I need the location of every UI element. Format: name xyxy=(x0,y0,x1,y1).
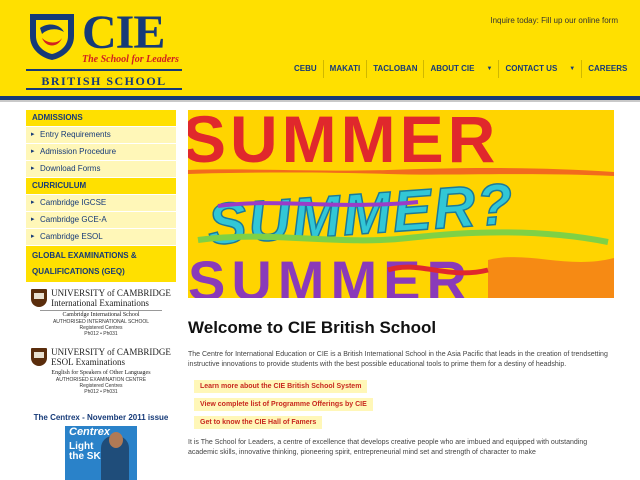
site-header: CIE The School for Leaders BRITISH SCHOO… xyxy=(0,0,640,96)
geq-heading-line: QUALIFICATIONS (GEQ) xyxy=(32,267,125,276)
logo-subtitle: BRITISH SCHOOL xyxy=(41,74,167,88)
cie-logo[interactable]: CIE The School for Leaders BRITISH SCHOO… xyxy=(26,6,182,90)
summer-banner-art: SUMMER SUMMER? SUMMER xyxy=(188,110,614,298)
link-school-system[interactable]: Learn more about the CIE British School … xyxy=(194,380,368,393)
cambridge-line1: UNIVERSITY of CAMBRIDGE xyxy=(51,347,171,357)
cambridge-cie-badge[interactable]: UNIVERSITY of CAMBRIDGE International Ex… xyxy=(26,288,176,337)
banner-word-top: SUMMER xyxy=(188,110,499,176)
nav-about-cie[interactable]: ABOUT CIE ▼ xyxy=(423,60,498,78)
cover-face xyxy=(109,432,123,448)
cambridge-logo: UNIVERSITY of CAMBRIDGE International Ex… xyxy=(26,288,176,308)
chevron-down-icon: ▼ xyxy=(569,66,576,72)
nav-label: MAKATI xyxy=(329,64,361,73)
cambridge-logo-text: UNIVERSITY of CAMBRIDGE International Ex… xyxy=(51,288,171,308)
sidebar: ADMISSIONS Entry Requirements Admission … xyxy=(26,110,176,480)
nav-label: CONTACT US xyxy=(505,64,558,73)
header-stripe xyxy=(0,100,640,102)
centrex-cover-image[interactable]: Centrex Light the SKY xyxy=(65,426,137,480)
sidebar-heading-curriculum[interactable]: CURRICULUM xyxy=(26,178,176,194)
centrex-title[interactable]: The Centrex - November 2011 issue xyxy=(26,413,176,422)
shield-icon xyxy=(30,14,74,60)
logo-wordmark: CIE xyxy=(82,6,165,59)
sidebar-item-igcse[interactable]: Cambridge IGCSE xyxy=(26,194,176,211)
cambridge-esol-badge[interactable]: UNIVERSITY of CAMBRIDGE ESOL Examination… xyxy=(26,347,176,395)
sidebar-heading-geq[interactable]: GLOBAL EXAMINATIONS & QUALIFICATIONS (GE… xyxy=(26,246,176,282)
cambridge-line1: UNIVERSITY of CAMBRIDGE xyxy=(51,288,171,298)
nav-tacloban[interactable]: TACLOBAN xyxy=(366,60,423,78)
intro-paragraph: The Centre for International Education o… xyxy=(188,351,608,368)
cambridge-sub: English for Speakers of Other Languages xyxy=(51,370,151,376)
main-nav: CEBU MAKATI TACLOBAN ABOUT CIE ▼ CONTACT … xyxy=(288,60,640,78)
logo-tagline: The School for Leaders xyxy=(82,54,179,65)
quick-links: Learn more about the CIE British School … xyxy=(188,380,618,434)
nav-label: TACLOBAN xyxy=(373,64,418,73)
link-programme-offerings[interactable]: View complete list of Programme Offering… xyxy=(194,398,373,411)
nav-contact-us[interactable]: CONTACT US ▼ xyxy=(498,60,581,78)
sidebar-item-gce-a[interactable]: Cambridge GCE-A xyxy=(26,211,176,228)
centrex-cover-name: Centrex xyxy=(69,426,110,438)
nav-label: CEBU xyxy=(294,64,317,73)
sidebar-item-download-forms[interactable]: Download Forms xyxy=(26,160,176,177)
sidebar-heading-admissions[interactable]: ADMISSIONS xyxy=(26,110,176,126)
nav-label: CAREERS xyxy=(588,64,628,73)
cambridge-logo-text: UNIVERSITY of CAMBRIDGE ESOL Examination… xyxy=(51,347,171,367)
sidebar-item-esol[interactable]: Cambridge ESOL xyxy=(26,228,176,245)
chevron-down-icon: ▼ xyxy=(486,66,493,72)
nav-makati[interactable]: MAKATI xyxy=(322,60,367,78)
cambridge-crest-icon xyxy=(31,289,48,307)
cambridge-logo: UNIVERSITY of CAMBRIDGE ESOL Examination… xyxy=(26,347,176,367)
cambridge-caption: Ph012 • Ph031 xyxy=(84,331,118,337)
nav-label: ABOUT CIE xyxy=(430,64,475,73)
link-hall-of-famers[interactable]: Get to know the CIE Hall of Famers xyxy=(194,416,323,429)
geq-heading-line: GLOBAL EXAMINATIONS & xyxy=(32,251,137,260)
nav-careers[interactable]: CAREERS▼ xyxy=(581,60,640,78)
cambridge-caption: Ph012 • Ph031 xyxy=(84,389,118,395)
cambridge-sub: Cambridge International School xyxy=(40,310,162,318)
sidebar-item-admission-procedure[interactable]: Admission Procedure xyxy=(26,143,176,160)
cambridge-line2: ESOL Examinations xyxy=(51,357,126,367)
school-for-leaders-paragraph: It is The School for Leaders, a centre o… xyxy=(188,439,588,456)
cambridge-line2: International Examinations xyxy=(51,298,149,308)
nav-cebu[interactable]: CEBU xyxy=(288,60,323,78)
page-title: Welcome to CIE British School xyxy=(188,318,437,337)
cambridge-crest-icon xyxy=(31,348,48,366)
summer-banner[interactable]: SUMMER SUMMER? SUMMER xyxy=(188,110,614,298)
main-content: Welcome to CIE British School The Centre… xyxy=(188,318,618,458)
sidebar-item-entry-requirements[interactable]: Entry Requirements xyxy=(26,126,176,143)
banner-word-bottom: SUMMER xyxy=(188,249,473,298)
logo-divider xyxy=(26,69,182,71)
inquire-link[interactable]: Inquire today: Fill up our online form xyxy=(490,16,618,25)
logo-divider xyxy=(26,88,182,90)
